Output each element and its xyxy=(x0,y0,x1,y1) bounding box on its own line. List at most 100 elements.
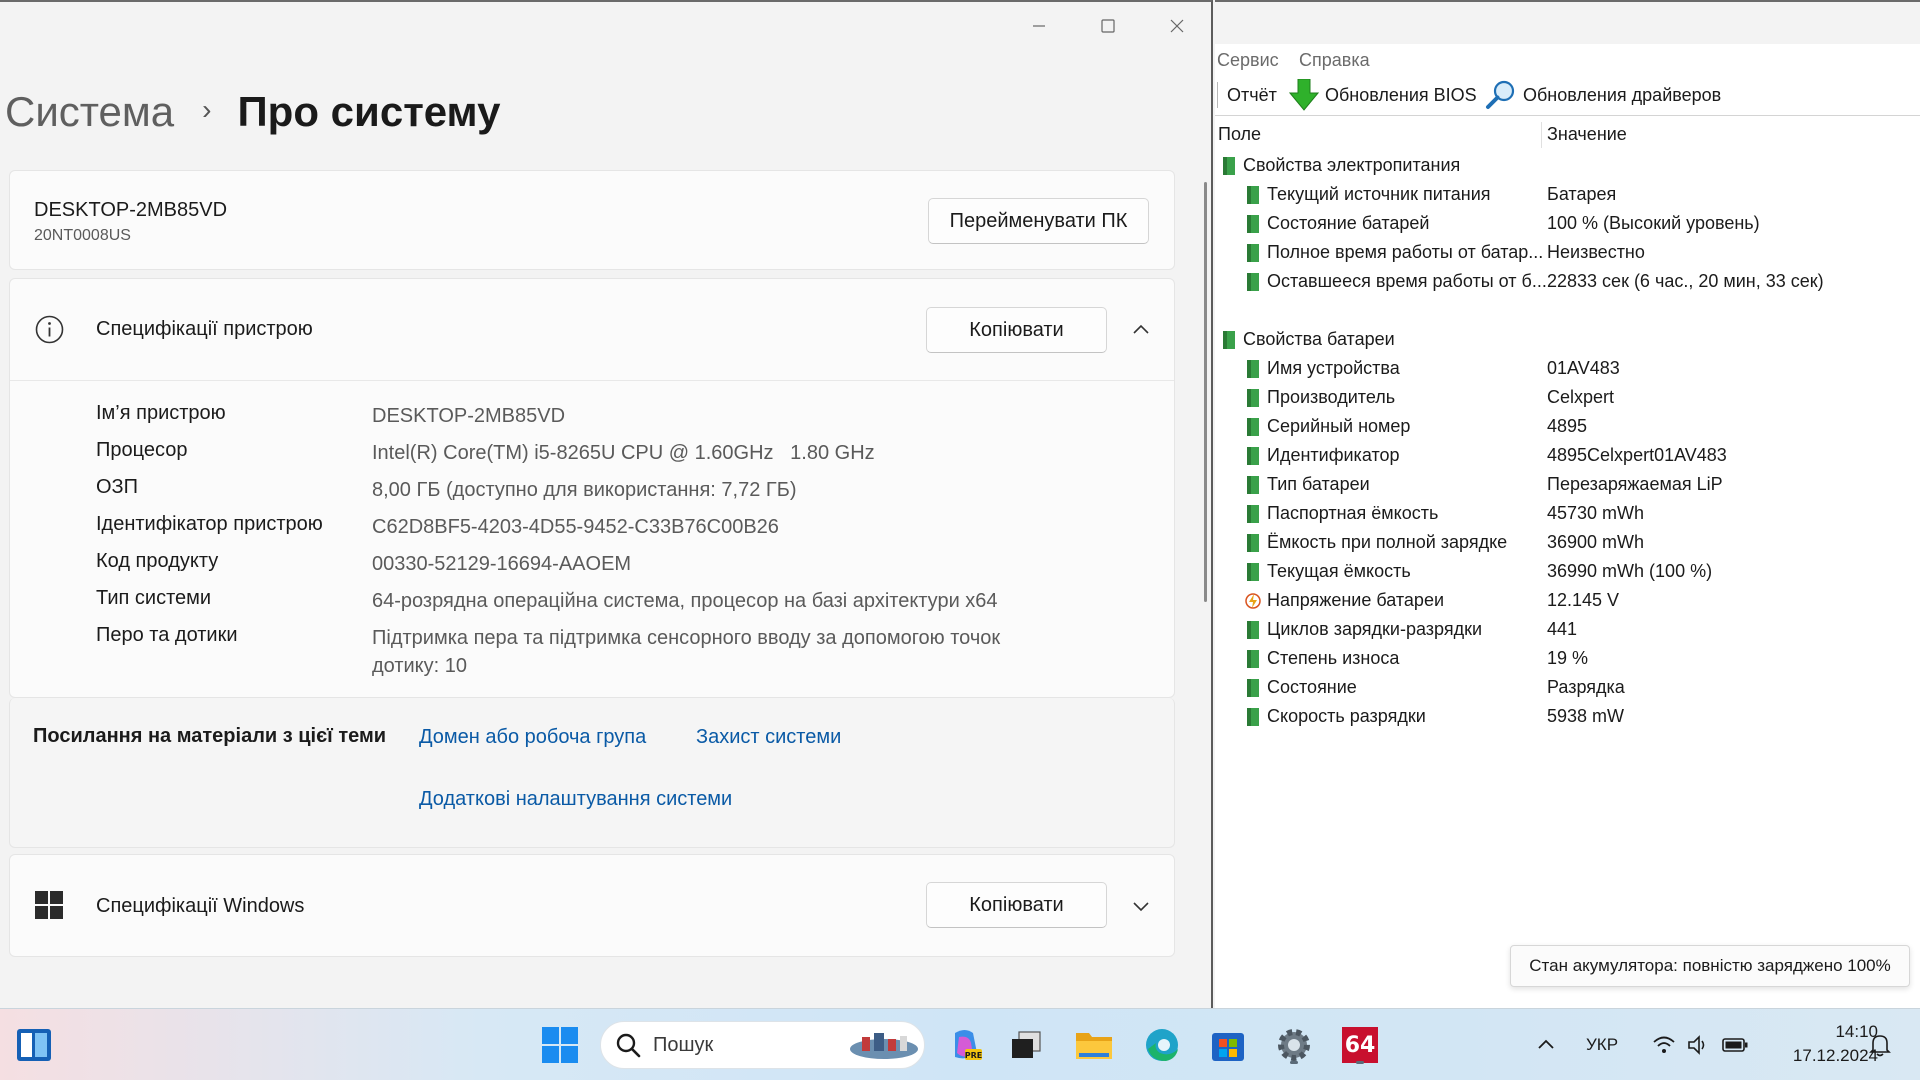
tree-item[interactable]: Скорость разрядки xyxy=(1245,702,1426,731)
tree-value: Батарея xyxy=(1547,184,1617,204)
advanced-system-settings-link[interactable]: Додаткові налаштування системи xyxy=(419,788,732,811)
windows-specs-card[interactable]: Специфікації Windows Копіювати xyxy=(9,854,1175,957)
spec-value: 00330-52129-16694-AAOEM xyxy=(372,553,632,575)
spec-key: ОЗП xyxy=(96,476,139,498)
column-field[interactable]: Поле xyxy=(1218,124,1261,145)
tree-field: Скорость разрядки xyxy=(1267,706,1426,726)
menu-help[interactable]: Справка xyxy=(1299,50,1370,71)
task-view-button[interactable] xyxy=(1004,1023,1048,1067)
aida64-button[interactable]: 64 xyxy=(1338,1023,1382,1067)
tree-value: 22833 сек (6 час., 20 мин, 33 сек) xyxy=(1547,271,1824,291)
svg-text:PRE: PRE xyxy=(965,1051,983,1060)
tree-item[interactable]: Полное время работы от батар... xyxy=(1245,238,1543,267)
tree-group-label: Свойства батареи xyxy=(1243,329,1395,349)
green-battery-icon xyxy=(1247,678,1259,697)
tree-field: Состояние батарей xyxy=(1267,213,1430,233)
settings-window: Система › Про систему DESKTOP-2MB85VD 20… xyxy=(0,0,1213,1008)
column-divider[interactable] xyxy=(1541,122,1542,148)
green-battery-icon xyxy=(1223,330,1235,349)
toolbar-divider xyxy=(1217,82,1218,108)
tree-item[interactable]: Состояние батарей xyxy=(1245,209,1429,238)
breadcrumb-parent[interactable]: Система xyxy=(5,88,174,136)
tree-item[interactable]: Тип батареи xyxy=(1245,470,1370,499)
tree-group-battery[interactable]: Свойства батареи xyxy=(1221,325,1395,354)
tree-value: 4895 xyxy=(1547,416,1588,436)
tree-item[interactable]: Производитель xyxy=(1245,383,1395,412)
search-highlight-icon xyxy=(850,1033,918,1059)
tree-value: 36990 mWh (100 %) xyxy=(1547,561,1713,581)
close-icon xyxy=(1170,19,1183,33)
tree-item[interactable]: Оставшееся время работы от б... xyxy=(1245,267,1547,296)
maximize-icon xyxy=(1100,19,1115,33)
minimize-icon xyxy=(1032,25,1045,27)
green-battery-icon xyxy=(1247,359,1259,378)
minimize-button[interactable] xyxy=(1004,4,1073,48)
spec-row: ОЗП 8,00 ГБ (доступно для використання: … xyxy=(96,476,1072,504)
notifications-button[interactable] xyxy=(1858,1023,1902,1067)
edge-button[interactable] xyxy=(1140,1023,1184,1067)
windows-logo-icon xyxy=(35,891,63,919)
menu-service[interactable]: Сервис xyxy=(1217,50,1279,71)
tree-item[interactable]: Состояние xyxy=(1245,673,1357,702)
domain-workgroup-link[interactable]: Домен або робоча група xyxy=(419,726,646,749)
language-indicator[interactable]: УКР xyxy=(1586,1035,1618,1055)
green-battery-icon xyxy=(1247,388,1259,407)
store-button[interactable] xyxy=(1206,1023,1250,1067)
tree-item[interactable]: Степень износа xyxy=(1245,644,1399,673)
taskbar: Пошук PRE 64 УКР 14:10 17.12.2024 xyxy=(0,1008,1920,1080)
file-explorer-button[interactable] xyxy=(1072,1023,1116,1067)
device-specs-header[interactable]: Специфікації пристрою Копіювати xyxy=(10,279,1174,381)
driver-update-button[interactable]: Обновления драйверов xyxy=(1485,79,1721,111)
green-battery-icon xyxy=(1247,475,1259,494)
tree-value: 441 xyxy=(1547,619,1578,639)
chevron-down-icon[interactable] xyxy=(1131,896,1151,916)
chevron-up-icon[interactable] xyxy=(1131,320,1151,340)
pc-model: 20NT0008US xyxy=(34,227,131,244)
green-battery-icon xyxy=(1247,620,1259,639)
rename-pc-button[interactable]: Перейменувати ПК xyxy=(928,198,1149,244)
green-battery-icon xyxy=(1247,243,1259,262)
spec-value: DESKTOP-2MB85VD xyxy=(372,405,566,427)
tree-item[interactable]: Текущая ёмкость xyxy=(1245,557,1411,586)
voltage-icon xyxy=(1245,592,1261,609)
tree-group-power[interactable]: Свойства электропитания xyxy=(1221,151,1460,180)
spec-value: Intel(R) Core(TM) i5-8265U CPU @ 1.60GHz… xyxy=(372,442,875,464)
report-label: Отчёт xyxy=(1227,85,1277,105)
copy-windows-specs-button[interactable]: Копіювати xyxy=(926,882,1107,928)
copilot-button[interactable]: PRE xyxy=(943,1023,987,1067)
pc-name-card: DESKTOP-2MB85VD 20NT0008US Перейменувати… xyxy=(9,170,1175,270)
active-indicator xyxy=(1356,1061,1364,1064)
tree-item[interactable]: Текущий источник питания xyxy=(1245,180,1491,209)
scrollbar[interactable] xyxy=(1204,182,1207,602)
tree-item[interactable]: Ёмкость при полной зарядке xyxy=(1245,528,1507,557)
tree-item[interactable]: Серийный номер xyxy=(1245,412,1410,441)
tree-item[interactable]: Циклов зарядки-разрядки xyxy=(1245,615,1482,644)
aida64-icon: 64 xyxy=(1342,1027,1378,1063)
widgets-button[interactable] xyxy=(12,1023,56,1067)
taskbar-search[interactable]: Пошук xyxy=(600,1021,925,1069)
report-button[interactable]: Отчёт xyxy=(1227,85,1277,106)
start-button[interactable] xyxy=(538,1023,582,1067)
settings-app-button[interactable] xyxy=(1272,1023,1316,1067)
tree-item[interactable]: Имя устройства xyxy=(1245,354,1400,383)
green-battery-icon xyxy=(1247,562,1259,581)
tree-item[interactable]: Идентификатор xyxy=(1245,441,1400,470)
tree-field: Имя устройства xyxy=(1267,358,1400,378)
system-protection-link[interactable]: Захист системи xyxy=(696,726,841,749)
chevron-right-icon: › xyxy=(202,94,212,125)
related-links-label: Посилання на матеріали з цієї теми xyxy=(33,725,387,747)
tree-field: Состояние xyxy=(1267,677,1357,697)
device-specs-title: Специфікації пристрою xyxy=(96,318,313,340)
copy-device-specs-button[interactable]: Копіювати xyxy=(926,307,1107,353)
windows-start-icon xyxy=(542,1027,578,1063)
tree-item[interactable]: Напряжение батареи xyxy=(1245,586,1444,615)
tree-value: 12.145 V xyxy=(1547,590,1620,610)
show-hidden-icons-button[interactable] xyxy=(1524,1023,1568,1067)
close-button[interactable] xyxy=(1142,4,1211,48)
green-battery-icon xyxy=(1247,707,1259,726)
bios-update-button[interactable]: Обновления BIOS xyxy=(1289,79,1477,111)
quick-settings-button[interactable] xyxy=(1646,1023,1754,1067)
tree-item[interactable]: Паспортная ёмкость xyxy=(1245,499,1438,528)
maximize-button[interactable] xyxy=(1073,4,1142,48)
column-value[interactable]: Значение xyxy=(1547,124,1627,145)
